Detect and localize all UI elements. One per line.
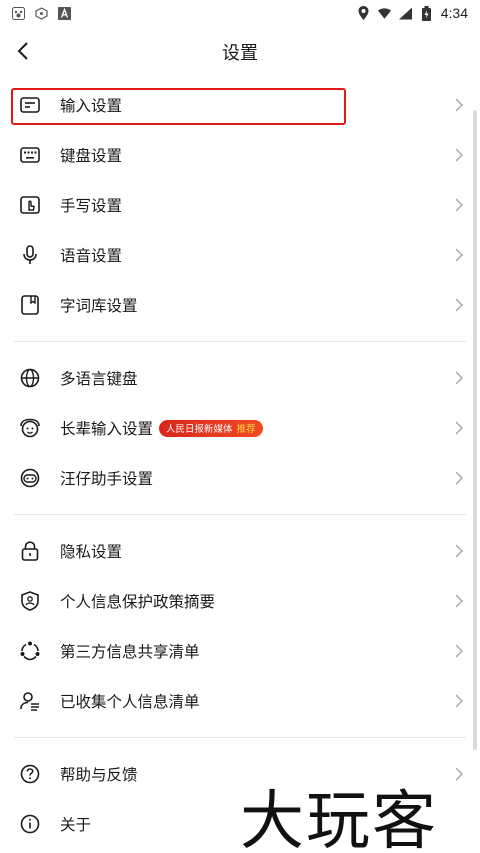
- chevron-left-icon: [17, 42, 28, 60]
- status-bar: 4:34: [0, 0, 480, 26]
- info-icon: [18, 812, 42, 836]
- badge-text: 人民日报新媒体: [166, 424, 233, 435]
- chevron-right-icon: [455, 198, 464, 212]
- chevron-right-icon: [455, 98, 464, 112]
- watermark-text: 大玩客: [240, 785, 438, 853]
- setting-label: 语音设置: [60, 247, 123, 265]
- share-cycle-icon: [18, 639, 42, 663]
- setting-label: 帮助与反馈: [60, 766, 138, 784]
- setting-label: 多语言键盘: [60, 370, 138, 388]
- paw-icon: [12, 6, 25, 20]
- setting-keyboard-settings[interactable]: 键盘设置: [0, 130, 480, 180]
- settings-list: 输入设置 键盘设置 手写设置 语音设置 字词库设置 多语言键盘 长辈输入设置 人…: [0, 80, 480, 849]
- setting-multilanguage-keyboard[interactable]: 多语言键盘: [0, 353, 480, 403]
- badge-tag: 推荐: [236, 424, 256, 435]
- setting-lexicon-settings[interactable]: 字词库设置: [0, 280, 480, 330]
- input-box-icon: [18, 93, 42, 117]
- chevron-right-icon: [455, 471, 464, 485]
- chevron-right-icon: [455, 148, 464, 162]
- person-list-icon: [18, 689, 42, 713]
- setting-label: 输入设置: [60, 97, 123, 115]
- setting-label: 字词库设置: [60, 297, 138, 315]
- letter-a-icon: [58, 6, 71, 20]
- setting-label: 个人信息保护政策摘要: [60, 593, 216, 611]
- back-button[interactable]: [8, 36, 38, 66]
- location-icon: [357, 6, 370, 20]
- setting-label: 手写设置: [60, 197, 123, 215]
- bookmark-icon: [18, 293, 42, 317]
- chevron-right-icon: [455, 644, 464, 658]
- globe-icon: [18, 366, 42, 390]
- page-title: 设置: [222, 43, 258, 64]
- setting-label: 汪仔助手设置: [60, 470, 154, 488]
- setting-label: 已收集个人信息清单: [60, 693, 200, 711]
- chevron-right-icon: [455, 694, 464, 708]
- microphone-icon: [18, 243, 42, 267]
- elder-face-icon: [18, 416, 42, 440]
- setting-privacy-settings[interactable]: 隐私设置: [0, 526, 480, 576]
- setting-input-settings[interactable]: 输入设置: [0, 80, 480, 130]
- setting-handwriting-settings[interactable]: 手写设置: [0, 180, 480, 230]
- setting-third-party-sharing[interactable]: 第三方信息共享清单: [0, 626, 480, 676]
- setting-label: 第三方信息共享清单: [60, 643, 200, 661]
- setting-label: 隐私设置: [60, 543, 123, 561]
- setting-elder-input[interactable]: 长辈输入设置 人民日报新媒体 推荐: [0, 403, 480, 453]
- shield-outline-icon: [35, 6, 48, 20]
- recommend-badge: 人民日报新媒体 推荐: [159, 419, 263, 437]
- section-divider: [14, 514, 466, 515]
- battery-icon: [420, 5, 433, 21]
- signal-icon: [398, 6, 412, 20]
- dog-face-icon: [18, 466, 42, 490]
- title-bar: 设置: [0, 26, 480, 78]
- setting-label: 长辈输入设置: [60, 420, 154, 438]
- chevron-right-icon: [455, 594, 464, 608]
- chevron-right-icon: [455, 298, 464, 312]
- help-icon: [18, 762, 42, 786]
- chevron-right-icon: [455, 421, 464, 435]
- status-time: 4:34: [440, 5, 468, 21]
- section-divider: [14, 341, 466, 342]
- handwriting-icon: [18, 193, 42, 217]
- wifi-icon: [377, 7, 391, 20]
- setting-privacy-policy-summary[interactable]: 个人信息保护政策摘要: [0, 576, 480, 626]
- scrollbar[interactable]: [473, 110, 477, 750]
- chevron-right-icon: [455, 544, 464, 558]
- shield-person-icon: [18, 589, 42, 613]
- setting-collected-info-list[interactable]: 已收集个人信息清单: [0, 676, 480, 726]
- setting-label: 键盘设置: [60, 147, 123, 165]
- lock-icon: [18, 539, 42, 563]
- setting-voice-settings[interactable]: 语音设置: [0, 230, 480, 280]
- keyboard-icon: [18, 143, 42, 167]
- section-divider: [14, 737, 466, 738]
- setting-assistant-settings[interactable]: 汪仔助手设置: [0, 453, 480, 503]
- setting-label: 关于: [60, 816, 92, 834]
- chevron-right-icon: [455, 767, 464, 781]
- chevron-right-icon: [455, 248, 464, 262]
- chevron-right-icon: [455, 371, 464, 385]
